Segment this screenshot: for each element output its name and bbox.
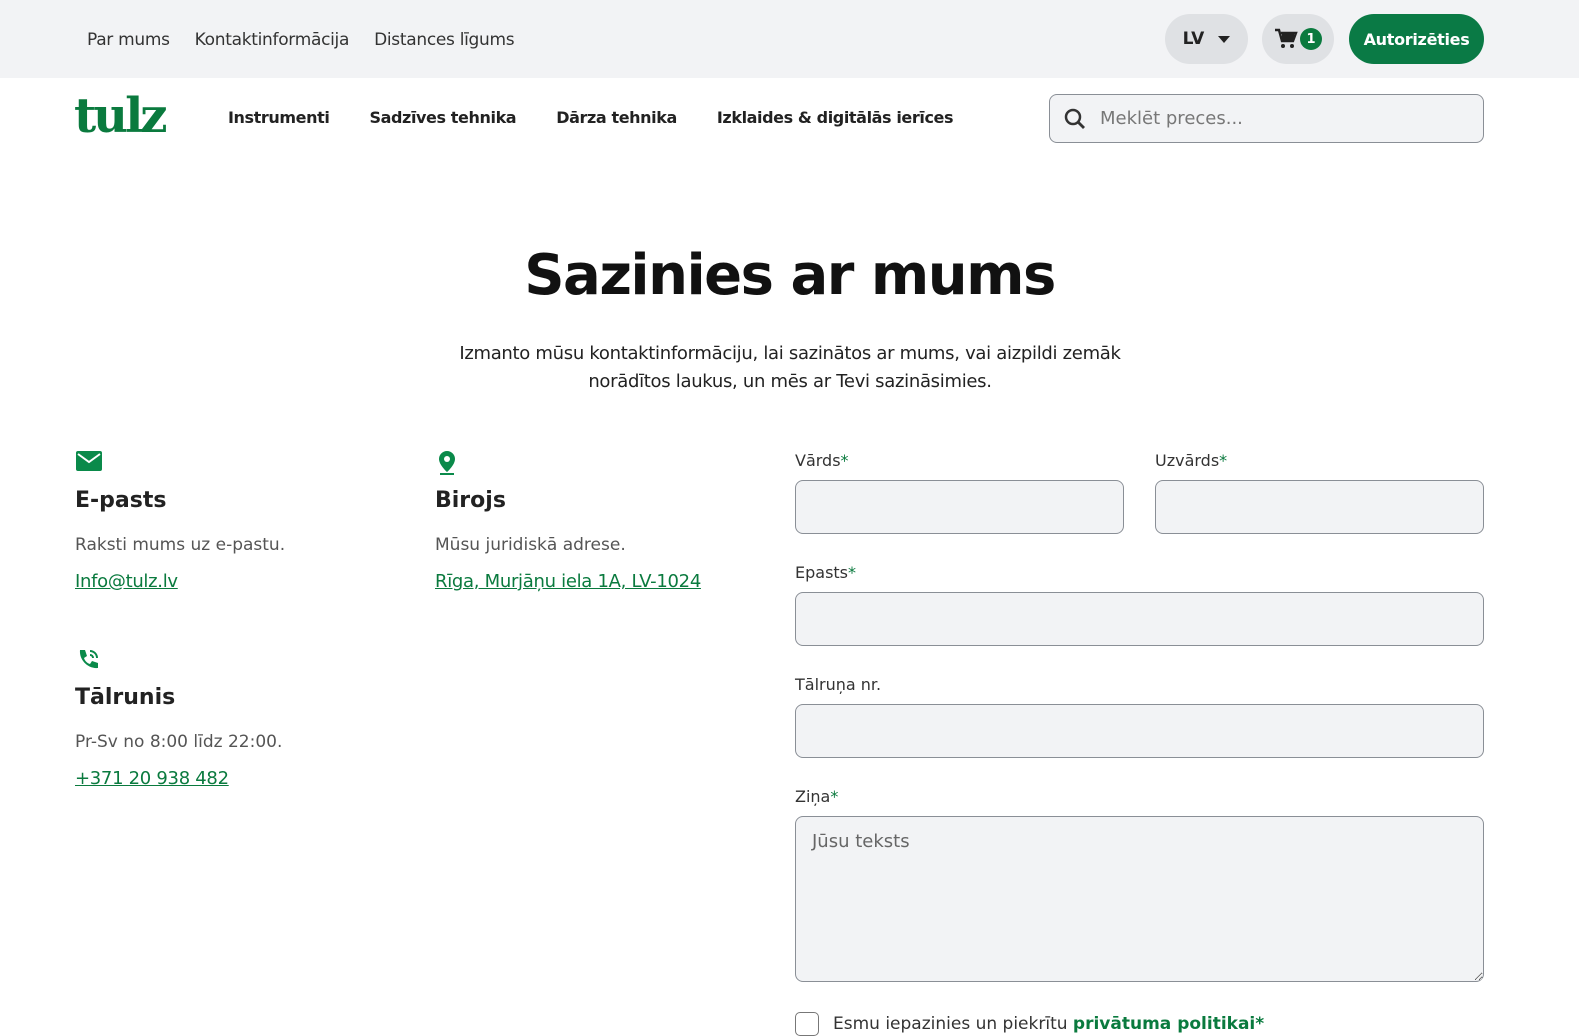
link-distances-ligums[interactable]: Distances līgums bbox=[374, 30, 514, 50]
phone-input[interactable] bbox=[795, 704, 1484, 758]
link-par-mums[interactable]: Par mums bbox=[87, 30, 170, 50]
first-name-field: Vārds* bbox=[795, 451, 1124, 534]
cart-button[interactable]: 1 bbox=[1262, 14, 1334, 64]
contact-email-text: Raksti mums uz e-pastu. bbox=[75, 535, 285, 555]
message-label: Ziņa bbox=[795, 787, 830, 806]
nav-izklaides[interactable]: Izklaides & digitālās ierīces bbox=[717, 108, 953, 127]
required-mark: * bbox=[841, 451, 849, 470]
consent-text: Esmu iepazinies un piekrītu bbox=[833, 1014, 1073, 1034]
required-mark: * bbox=[1255, 1014, 1264, 1034]
language-value: LV bbox=[1183, 29, 1205, 49]
last-name-field: Uzvārds* bbox=[1155, 451, 1484, 534]
privacy-policy-link[interactable]: privātuma politikai bbox=[1073, 1014, 1255, 1034]
contact-office: Birojs Mūsu juridiskā adrese. Rīga, Murj… bbox=[435, 450, 701, 592]
nav-sadzives-tehnika[interactable]: Sadzīves tehnika bbox=[369, 108, 516, 127]
top-bar: Par mums Kontaktinformācija Distances lī… bbox=[0, 0, 1579, 78]
search-box bbox=[1049, 94, 1484, 143]
search-input[interactable] bbox=[1100, 108, 1450, 129]
contact-email: E-pasts Raksti mums uz e-pastu. Info@tul… bbox=[75, 450, 285, 592]
message-textarea[interactable] bbox=[795, 816, 1484, 982]
intro-text: Izmanto mūsu kontaktinformāciju, lai saz… bbox=[440, 340, 1140, 396]
contact-phone: Tālrunis Pr-Sv no 8:00 līdz 22:00. +371 … bbox=[75, 647, 282, 789]
cart-count-badge: 1 bbox=[1300, 28, 1322, 50]
first-name-label: Vārds bbox=[795, 451, 841, 470]
search-icon bbox=[1064, 108, 1086, 130]
location-pin-icon bbox=[435, 450, 459, 476]
email-input[interactable] bbox=[795, 592, 1484, 646]
contact-phone-text: Pr-Sv no 8:00 līdz 22:00. bbox=[75, 732, 282, 752]
contact-email-title: E-pasts bbox=[75, 488, 285, 513]
required-mark: * bbox=[1219, 451, 1227, 470]
consent-checkbox[interactable] bbox=[795, 1012, 819, 1036]
contact-office-title: Birojs bbox=[435, 488, 701, 513]
logo[interactable]: tulz bbox=[74, 92, 165, 140]
required-mark: * bbox=[848, 563, 856, 582]
phone-icon bbox=[75, 647, 101, 673]
mail-icon bbox=[75, 450, 103, 472]
cart-icon bbox=[1274, 28, 1298, 50]
email-link[interactable]: Info@tulz.lv bbox=[75, 571, 285, 592]
link-kontaktinformacija[interactable]: Kontaktinformācija bbox=[195, 30, 349, 50]
phone-label: Tālruņa nr. bbox=[795, 675, 881, 694]
consent-row: Esmu iepazinies un piekrītu privātuma po… bbox=[795, 1012, 1264, 1036]
nav-instrumenti[interactable]: Instrumenti bbox=[228, 108, 329, 127]
phone-link[interactable]: +371 20 938 482 bbox=[75, 768, 282, 789]
login-button[interactable]: Autorizēties bbox=[1349, 14, 1484, 64]
email-label: Epasts bbox=[795, 563, 848, 582]
message-field: Ziņa* bbox=[795, 787, 1484, 986]
address-link[interactable]: Rīga, Murjāņu iela 1A, LV-1024 bbox=[435, 571, 701, 592]
last-name-label: Uzvārds bbox=[1155, 451, 1219, 470]
phone-field: Tālruņa nr. bbox=[795, 675, 1484, 758]
language-selector[interactable]: LV bbox=[1165, 14, 1248, 64]
caret-down-icon bbox=[1218, 36, 1230, 43]
required-mark: * bbox=[830, 787, 838, 806]
page-title: Sazinies ar mums bbox=[0, 243, 1579, 308]
last-name-input[interactable] bbox=[1155, 480, 1484, 534]
nav-darza-tehnika[interactable]: Dārza tehnika bbox=[556, 108, 677, 127]
first-name-input[interactable] bbox=[795, 480, 1124, 534]
contact-phone-title: Tālrunis bbox=[75, 685, 282, 710]
email-field: Epasts* bbox=[795, 563, 1484, 646]
contact-office-text: Mūsu juridiskā adrese. bbox=[435, 535, 701, 555]
